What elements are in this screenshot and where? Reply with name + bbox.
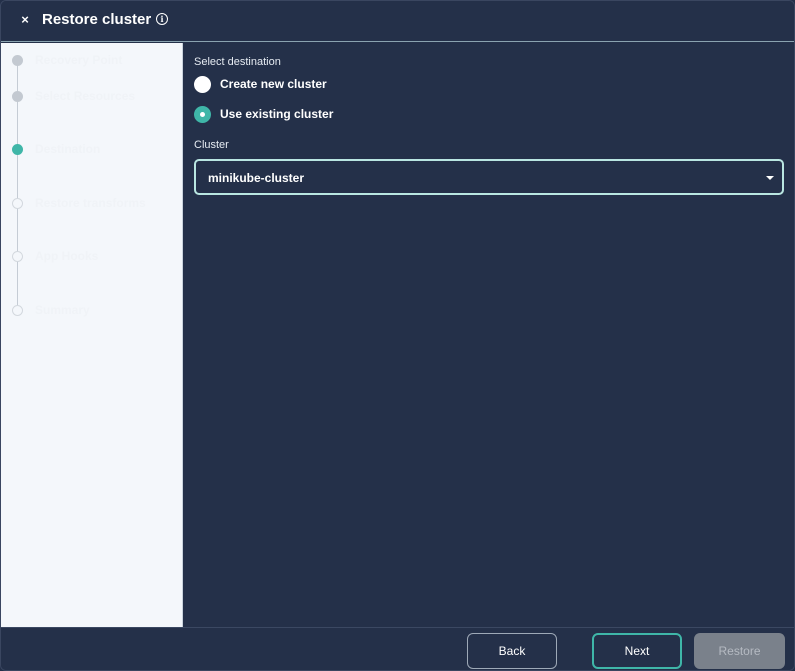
step-pending-icon [12, 305, 23, 316]
step-restore-transforms[interactable]: Restore transforms [1, 193, 183, 213]
destination-panel: Select destination Create new cluster Us… [183, 43, 794, 627]
back-button[interactable]: Back [467, 633, 557, 669]
step-pending-icon [12, 198, 23, 209]
step-app-hooks[interactable]: App Hooks [1, 246, 183, 266]
radio-label: Create new cluster [220, 77, 327, 91]
dialog-header: × Restore cluster i [1, 1, 794, 42]
step-label: Destination [35, 142, 101, 156]
radio-unchecked-icon[interactable] [194, 75, 211, 93]
restore-button[interactable]: Restore [694, 633, 785, 669]
step-done-icon [12, 55, 23, 66]
step-label: Recovery Point [35, 53, 123, 67]
step-label: Restore transforms [35, 196, 146, 210]
step-done-icon [12, 91, 23, 102]
info-icon[interactable]: i [156, 13, 168, 25]
cluster-field-label: Cluster [194, 139, 229, 151]
select-destination-label: Select destination [194, 56, 281, 68]
radio-label: Use existing cluster [220, 107, 334, 121]
step-pending-icon [12, 251, 23, 262]
restore-cluster-dialog: × Restore cluster i Recovery Point Selec… [0, 0, 795, 671]
use-existing-cluster-option[interactable]: Use existing cluster [194, 104, 333, 124]
step-select-resources[interactable]: Select Resources [1, 86, 183, 106]
close-icon[interactable]: × [16, 10, 34, 28]
step-active-icon [12, 144, 23, 155]
wizard-steps-sidebar: Recovery Point Select Resources Destinat… [1, 43, 183, 627]
radio-checked-icon[interactable] [194, 105, 211, 123]
step-summary[interactable]: Summary [1, 300, 183, 320]
step-destination[interactable]: Destination [1, 139, 183, 159]
step-label: App Hooks [35, 249, 99, 263]
cluster-select-value: minikube-cluster [208, 171, 305, 185]
caret-down-icon [766, 176, 774, 180]
create-new-cluster-option[interactable]: Create new cluster [194, 74, 327, 94]
next-button[interactable]: Next [592, 633, 682, 669]
cluster-select[interactable]: minikube-cluster [194, 159, 784, 195]
dialog-footer: Back Next Restore [1, 627, 794, 670]
step-label: Select Resources [35, 89, 136, 103]
dialog-title: Restore cluster [42, 11, 152, 28]
step-label: Summary [35, 303, 90, 317]
step-recovery-point[interactable]: Recovery Point [1, 50, 183, 70]
